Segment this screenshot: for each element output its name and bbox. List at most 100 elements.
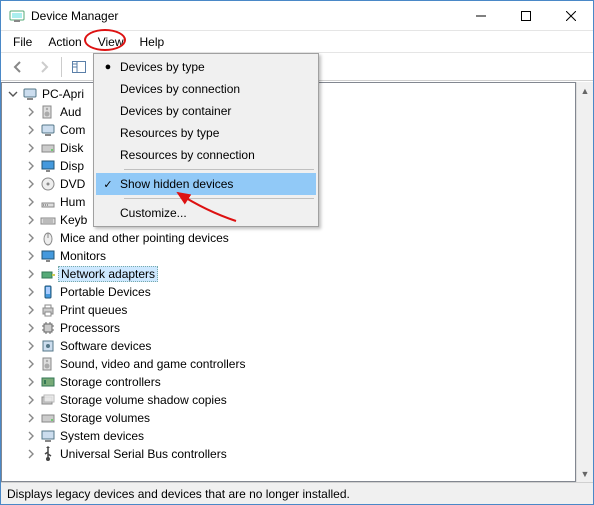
software-icon <box>40 338 56 354</box>
keyboard-icon <box>40 212 56 228</box>
tree-item[interactable]: Monitors <box>4 247 575 265</box>
tree-item-label: Storage volumes <box>60 411 150 425</box>
tree-item[interactable]: Print queues <box>4 301 575 319</box>
menubar: File Action View Help <box>1 31 593 53</box>
usb-icon <box>40 446 56 462</box>
tree-item[interactable]: System devices <box>4 427 575 445</box>
expand-icon[interactable] <box>24 195 38 209</box>
tree-item-label: Disk <box>60 141 83 155</box>
expand-icon[interactable] <box>24 105 38 119</box>
menu-devices-by-type[interactable]: ● Devices by type <box>96 56 316 78</box>
tree-item-label: Network adapters <box>58 266 158 282</box>
expand-icon[interactable] <box>24 303 38 317</box>
menu-view[interactable]: View <box>90 33 132 51</box>
bullet-icon: ● <box>96 61 120 73</box>
expand-icon[interactable] <box>24 339 38 353</box>
tree-item[interactable]: Processors <box>4 319 575 337</box>
tree-item-label: DVD <box>60 177 85 191</box>
expand-icon[interactable] <box>24 177 38 191</box>
tree-item-label: Monitors <box>60 249 106 263</box>
expand-icon[interactable] <box>24 429 38 443</box>
menu-item-label: Resources by type <box>120 126 219 140</box>
expand-icon[interactable] <box>24 141 38 155</box>
tree-item[interactable]: Sound, video and game controllers <box>4 355 575 373</box>
tree-item-label: Hum <box>60 195 85 209</box>
expand-icon[interactable] <box>24 285 38 299</box>
scroll-track[interactable] <box>577 99 593 465</box>
system-icon <box>40 428 56 444</box>
tree-item[interactable]: Mice and other pointing devices <box>4 229 575 247</box>
tree-item[interactable]: Storage controllers <box>4 373 575 391</box>
device-manager-window: Device Manager File Action View Help <box>0 0 594 505</box>
vertical-scrollbar[interactable]: ▲ ▼ <box>576 82 593 482</box>
tree-item[interactable]: Universal Serial Bus controllers <box>4 445 575 463</box>
expand-icon[interactable] <box>24 249 38 263</box>
menu-item-label: Devices by container <box>120 104 231 118</box>
menu-devices-by-connection[interactable]: Devices by connection <box>96 78 316 100</box>
tree-item-label: Sound, video and game controllers <box>60 357 245 371</box>
storage-controller-icon <box>40 374 56 390</box>
tree-item-label: Software devices <box>60 339 151 353</box>
close-button[interactable] <box>548 1 593 30</box>
portable-icon <box>40 284 56 300</box>
tree-item[interactable]: Portable Devices <box>4 283 575 301</box>
show-hide-tree-button[interactable] <box>67 55 91 79</box>
expand-icon[interactable] <box>24 393 38 407</box>
mouse-icon <box>40 230 56 246</box>
menu-resources-by-type[interactable]: Resources by type <box>96 122 316 144</box>
tree-item-label: Print queues <box>60 303 127 317</box>
expand-icon[interactable] <box>24 123 38 137</box>
tree-item[interactable]: Network adapters <box>4 265 575 283</box>
menu-item-label: Devices by connection <box>120 82 240 96</box>
expand-icon[interactable] <box>24 213 38 227</box>
expand-icon[interactable] <box>24 159 38 173</box>
scroll-down-button[interactable]: ▼ <box>577 465 593 482</box>
tree-item[interactable]: Software devices <box>4 337 575 355</box>
back-button[interactable] <box>6 55 30 79</box>
scroll-up-button[interactable]: ▲ <box>577 82 593 99</box>
titlebar: Device Manager <box>1 1 593 31</box>
expand-icon[interactable] <box>24 375 38 389</box>
menu-file[interactable]: File <box>5 33 40 51</box>
tree-item-label: Storage controllers <box>60 375 161 389</box>
menu-action[interactable]: Action <box>40 33 89 51</box>
expand-icon[interactable] <box>24 447 38 461</box>
window-controls <box>458 1 593 30</box>
menu-separator <box>124 169 314 170</box>
menu-help[interactable]: Help <box>132 33 173 51</box>
forward-button[interactable] <box>32 55 56 79</box>
view-dropdown: ● Devices by type Devices by connection … <box>93 53 319 227</box>
collapse-icon[interactable] <box>6 87 20 101</box>
tree-item[interactable]: Storage volumes <box>4 409 575 427</box>
sound-icon <box>40 356 56 372</box>
computer-icon <box>40 122 56 138</box>
statusbar: Displays legacy devices and devices that… <box>1 482 593 504</box>
tree-item-label: Processors <box>60 321 120 335</box>
menu-devices-by-container[interactable]: Devices by container <box>96 100 316 122</box>
tree-item-label: Storage volume shadow copies <box>60 393 227 407</box>
menu-item-label: Resources by connection <box>120 148 255 162</box>
menu-resources-by-connection[interactable]: Resources by connection <box>96 144 316 166</box>
tree-item-label: Disp <box>60 159 84 173</box>
expand-icon[interactable] <box>24 267 38 281</box>
maximize-button[interactable] <box>503 1 548 30</box>
network-icon <box>40 266 56 282</box>
tree-item[interactable]: Storage volume shadow copies <box>4 391 575 409</box>
tree-item-label: Aud <box>60 105 81 119</box>
minimize-button[interactable] <box>458 1 503 30</box>
monitor-icon <box>40 248 56 264</box>
dvd-icon <box>40 176 56 192</box>
storage-volume-icon <box>40 410 56 426</box>
expand-icon[interactable] <box>24 321 38 335</box>
tree-item-label: Mice and other pointing devices <box>60 231 229 245</box>
tree-item-label: Portable Devices <box>60 285 151 299</box>
shadow-copy-icon <box>40 392 56 408</box>
computer-icon <box>22 86 38 102</box>
expand-icon[interactable] <box>24 357 38 371</box>
menu-customize[interactable]: Customize... <box>96 202 316 224</box>
speaker-icon <box>40 104 56 120</box>
expand-icon[interactable] <box>24 231 38 245</box>
menu-show-hidden-devices[interactable]: ✓ Show hidden devices <box>96 173 316 195</box>
expand-icon[interactable] <box>24 411 38 425</box>
status-text: Displays legacy devices and devices that… <box>7 487 350 501</box>
